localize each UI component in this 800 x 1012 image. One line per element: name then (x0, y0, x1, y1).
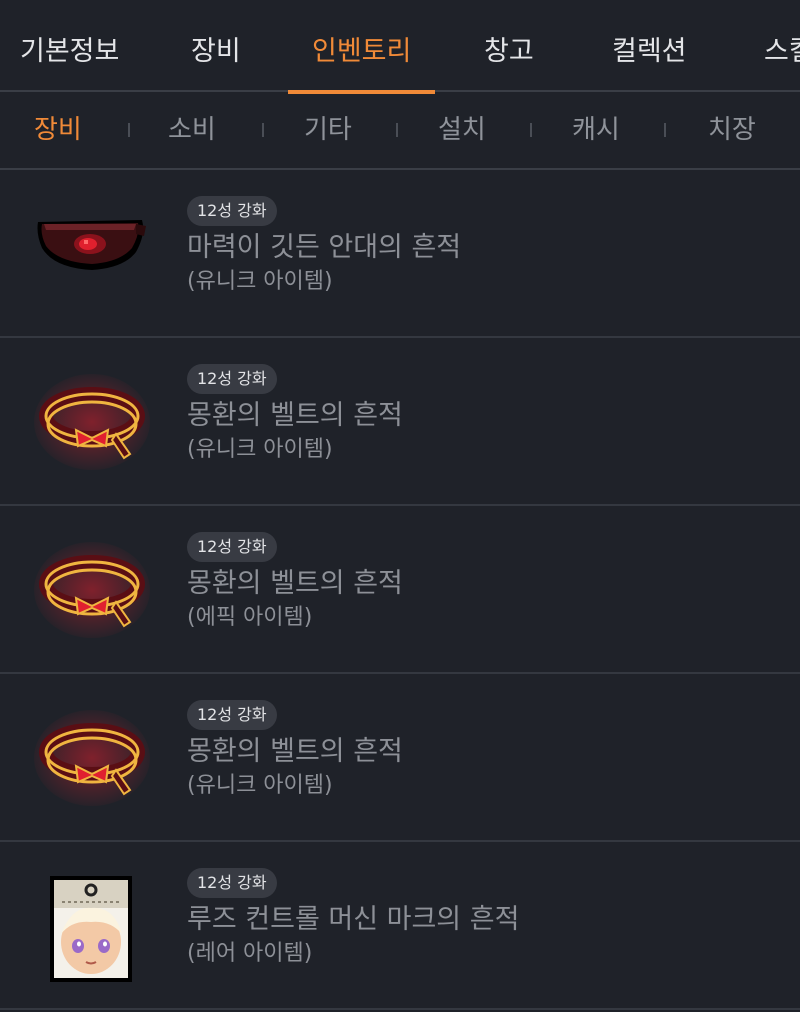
tab-basic-info[interactable]: 기본정보 (20, 0, 119, 92)
subtab-cash[interactable]: 캐시 (572, 92, 620, 168)
subtab-consumable[interactable]: 소비 (168, 92, 216, 168)
subtab-divider (664, 123, 666, 137)
item-row[interactable]: 12성 강화 루즈 컨트롤 머신 마크의 흔적 (레어 아이템) (0, 842, 800, 1010)
subtab-etc[interactable]: 기타 (304, 92, 352, 168)
item-row[interactable]: 12성 강화 몽환의 벨트의 흔적 (유니크 아이템) (0, 674, 800, 842)
machine-mark-icon (32, 876, 150, 982)
tab-storage[interactable]: 창고 (484, 0, 534, 92)
enhance-badge: 12성 강화 (187, 532, 277, 562)
tab-equipment[interactable]: 장비 (191, 0, 241, 92)
enhance-badge: 12성 강화 (187, 364, 277, 394)
belt-icon (32, 708, 150, 808)
item-grade: (레어 아이템) (187, 941, 313, 966)
item-info: 12성 강화 몽환의 벨트의 흔적 (유니크 아이템) (187, 700, 403, 802)
item-name: 몽환의 벨트의 흔적 (187, 568, 403, 599)
item-info: 12성 강화 몽환의 벨트의 흔적 (유니크 아이템) (187, 364, 403, 466)
tab-inventory-label: 인벤토리 (312, 36, 412, 67)
subtab-divider (530, 123, 532, 137)
item-grade: (에픽 아이템) (187, 605, 313, 630)
item-name: 몽환의 벨트의 흔적 (187, 400, 403, 431)
tab-inventory[interactable]: 인벤토리 (288, 0, 436, 94)
item-grade: (유니크 아이템) (187, 269, 333, 294)
subtab-divider (128, 123, 130, 137)
item-info: 12성 강화 마력이 깃든 안대의 흔적 (유니크 아이템) (187, 196, 461, 298)
item-grade: (유니크 아이템) (187, 773, 333, 798)
eyepatch-icon (32, 204, 150, 304)
belt-icon (32, 540, 150, 640)
item-name: 몽환의 벨트의 흔적 (187, 736, 403, 767)
subtab-divider (396, 123, 398, 137)
sub-tab-bar: 장비 소비 기타 설치 캐시 치장 (0, 92, 800, 170)
item-row[interactable]: 12성 강화 마력이 깃든 안대의 흔적 (유니크 아이템) (0, 170, 800, 338)
subtab-divider (262, 123, 264, 137)
belt-icon (32, 372, 150, 472)
subtab-decoration[interactable]: 치장 (708, 92, 756, 168)
enhance-badge: 12성 강화 (187, 700, 277, 730)
tab-skill[interactable]: 스킬 (764, 0, 800, 92)
enhance-badge: 12성 강화 (187, 868, 277, 898)
item-info: 12성 강화 몽환의 벨트의 흔적 (에픽 아이템) (187, 532, 403, 634)
item-info: 12성 강화 루즈 컨트롤 머신 마크의 흔적 (레어 아이템) (187, 868, 519, 970)
item-list: 12성 강화 마력이 깃든 안대의 흔적 (유니크 아이템) 12성 강화 몽환… (0, 170, 800, 1010)
subtab-setup[interactable]: 설치 (438, 92, 486, 168)
item-row[interactable]: 12성 강화 몽환의 벨트의 흔적 (유니크 아이템) (0, 338, 800, 506)
item-grade: (유니크 아이템) (187, 437, 333, 462)
subtab-equipment[interactable]: 장비 (34, 92, 82, 168)
tab-collection[interactable]: 컬렉션 (612, 0, 687, 92)
item-row[interactable]: 12성 강화 몽환의 벨트의 흔적 (에픽 아이템) (0, 506, 800, 674)
main-tab-bar: 기본정보 장비 인벤토리 창고 컬렉션 스킬 (0, 0, 800, 94)
enhance-badge: 12성 강화 (187, 196, 277, 226)
item-name: 마력이 깃든 안대의 흔적 (187, 232, 462, 263)
item-name: 루즈 컨트롤 머신 마크의 흔적 (187, 904, 520, 935)
